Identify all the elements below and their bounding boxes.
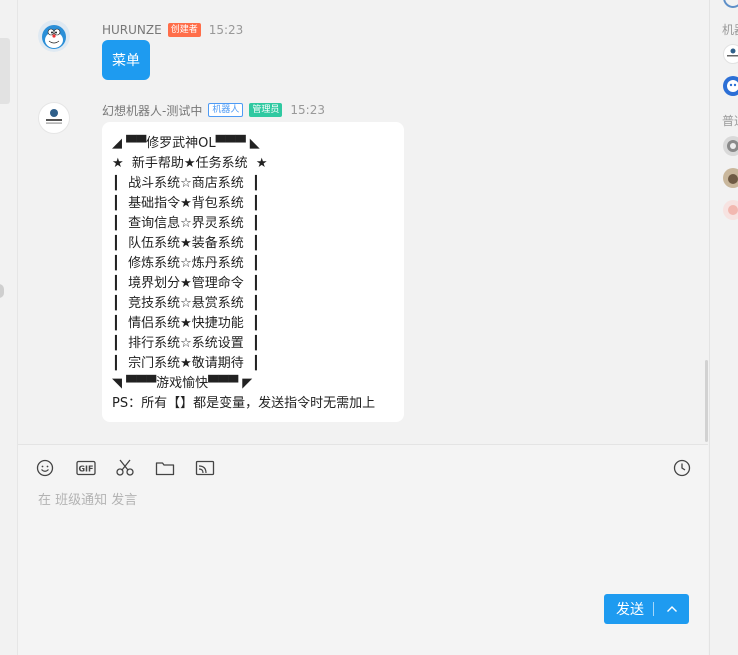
- menu-line: ┃ 宗门系统★敬请期待 ┃: [112, 356, 260, 371]
- left-panel-edge: [0, 0, 18, 655]
- screen-share-icon[interactable]: [195, 458, 215, 478]
- chat-scrollbar[interactable]: [705, 360, 708, 442]
- member-panel: 机器 普通: [709, 0, 738, 655]
- menu-line: ┃ 排行系统☆系统设置 ┃: [112, 336, 260, 351]
- gif-icon[interactable]: GIF: [75, 458, 97, 478]
- message-item: 幻想机器人-测试中 机器人 管理员 15:23 ◢ ▀▀修罗武神OL▀▀▀ ◣ …: [38, 0, 698, 440]
- emoji-icon[interactable]: [35, 458, 55, 478]
- member-avatar[interactable]: [723, 0, 738, 8]
- menu-line: ┃ 查询信息☆界灵系统 ┃: [112, 216, 260, 231]
- menu-line: ┃ 境界划分★管理命令 ┃: [112, 276, 260, 291]
- member-avatar[interactable]: [723, 76, 738, 96]
- input-toolbar: GIF 在 班级通知 发言 发送: [18, 444, 708, 655]
- menu-line: ┃ 修炼系统☆炼丹系统 ┃: [112, 256, 260, 271]
- chevron-up-icon[interactable]: [654, 605, 689, 613]
- scissors-icon[interactable]: [115, 458, 135, 478]
- folder-icon[interactable]: [155, 458, 175, 478]
- sender-name[interactable]: 幻想机器人-测试中: [102, 102, 202, 119]
- chat-message-area: HURUNZE 创建者 15:23 菜单 幻想机器人-测试中 机器人 管理员 1…: [18, 0, 708, 444]
- menu-line: ┃ 战斗系统☆商店系统 ┃: [112, 176, 260, 191]
- message-time: 15:23: [290, 103, 325, 117]
- member-avatar[interactable]: [723, 136, 738, 156]
- member-avatar[interactable]: [723, 168, 738, 188]
- menu-line: ◢ ▀▀修罗武神OL▀▀▀ ◣: [112, 136, 260, 151]
- message-meta: 幻想机器人-测试中 机器人 管理员 15:23: [102, 102, 325, 118]
- menu-line: ★ 新手帮助★任务系统 ★: [112, 156, 268, 171]
- svg-text:GIF: GIF: [78, 465, 93, 474]
- menu-line: ┃ 竞技系统☆悬赏系统 ┃: [112, 296, 260, 311]
- avatar[interactable]: [38, 102, 70, 134]
- left-panel-tab[interactable]: [0, 38, 10, 104]
- send-button-label: 发送: [616, 602, 644, 618]
- send-button[interactable]: 发送: [604, 594, 689, 624]
- admin-badge: 管理员: [249, 103, 283, 117]
- member-avatar[interactable]: [723, 44, 738, 64]
- robot-badge: 机器人: [208, 103, 244, 117]
- menu-note: PS：所有【】都是变量，发送指令时无需加上: [112, 396, 376, 411]
- menu-line: ┃ 情侣系统★快捷功能 ┃: [112, 316, 260, 331]
- message-bubble[interactable]: ◢ ▀▀修罗武神OL▀▀▀ ◣ ★ 新手帮助★任务系统 ★ ┃ 战斗系统☆商店系…: [102, 122, 404, 422]
- history-icon[interactable]: [672, 458, 692, 478]
- menu-line: ┃ 队伍系统★装备系统 ┃: [112, 236, 260, 251]
- member-group-robots: 机器: [722, 23, 738, 37]
- menu-line: ◥ ▀▀▀游戏愉快▀▀▀ ◤: [112, 376, 253, 391]
- member-avatar[interactable]: [723, 200, 738, 220]
- member-group-normal: 普通: [722, 114, 738, 128]
- message-input[interactable]: 在 班级通知 发言: [38, 489, 137, 508]
- menu-line: ┃ 基础指令★背包系统 ┃: [112, 196, 260, 211]
